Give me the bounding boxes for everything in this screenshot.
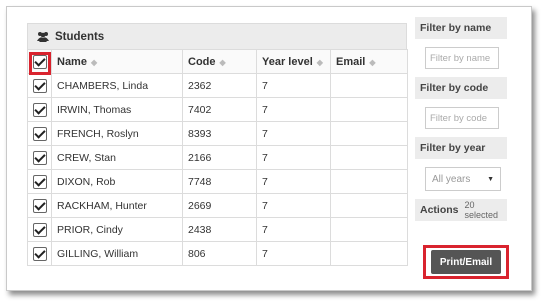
- column-header-email[interactable]: Email ◆: [330, 49, 408, 74]
- student-name: DIXON, Rob: [51, 169, 183, 194]
- year-select-value: All years: [432, 173, 471, 185]
- student-email: [330, 145, 408, 170]
- sort-icon: ◆: [316, 57, 323, 67]
- filter-code-title: Filter by code: [415, 77, 507, 99]
- student-code: 2362: [182, 73, 257, 98]
- student-email: [330, 121, 408, 146]
- actions-title: Actions: [420, 204, 459, 216]
- student-code: 7402: [182, 97, 257, 122]
- row-checkbox[interactable]: [32, 198, 47, 213]
- table-row[interactable]: PRIOR, Cindy 2438 7: [27, 217, 408, 242]
- year-select[interactable]: All years ▼: [425, 167, 501, 191]
- row-checkbox[interactable]: [32, 126, 47, 141]
- student-name: PRIOR, Cindy: [51, 217, 183, 242]
- sort-icon: ◆: [369, 57, 376, 67]
- row-checkbox[interactable]: [32, 102, 47, 117]
- student-code: 2438: [182, 217, 257, 242]
- student-name: FRENCH, Roslyn: [51, 121, 183, 146]
- filter-name-input[interactable]: Filter by name: [425, 47, 499, 69]
- student-email: [330, 97, 408, 122]
- column-header-code[interactable]: Code ◆: [182, 49, 257, 74]
- student-code: 806: [182, 241, 257, 266]
- row-checkbox[interactable]: [32, 78, 47, 93]
- table-row[interactable]: RACKHAM, Hunter 2669 7: [27, 193, 408, 218]
- table-row[interactable]: GILLING, William 806 7: [27, 241, 408, 266]
- select-all-highlight: [29, 52, 51, 75]
- table-row[interactable]: IRWIN, Thomas 7402 7: [27, 97, 408, 122]
- student-year: 7: [256, 97, 331, 122]
- users-icon: [36, 31, 50, 42]
- student-code: 8393: [182, 121, 257, 146]
- sort-icon: ◆: [219, 57, 226, 67]
- student-name: RACKHAM, Hunter: [51, 193, 183, 218]
- student-name: GILLING, William: [51, 241, 183, 266]
- table-row[interactable]: CREW, Stan 2166 7: [27, 145, 408, 170]
- selected-count: 20 selected: [464, 200, 499, 220]
- student-email: [330, 169, 408, 194]
- table-row[interactable]: FRENCH, Roslyn 8393 7: [27, 121, 408, 146]
- students-table: Name ◆ Code ◆ Year level ◆ Email ◆ CHAMBERS,…: [27, 49, 408, 266]
- row-checkbox[interactable]: [32, 246, 47, 261]
- student-email: [330, 241, 408, 266]
- filter-name-title: Filter by name: [415, 17, 507, 39]
- student-year: 7: [256, 73, 331, 98]
- student-name: CHAMBERS, Linda: [51, 73, 183, 98]
- student-year: 7: [256, 193, 331, 218]
- student-year: 7: [256, 217, 331, 242]
- students-panel: Students Name ◆ Code ◆ Year level ◆ Email ◆ …: [27, 23, 408, 290]
- student-year: 7: [256, 145, 331, 170]
- filter-code-input[interactable]: Filter by code: [425, 107, 499, 129]
- student-email: [330, 217, 408, 242]
- actions-header: Actions 20 selected: [415, 199, 507, 221]
- caret-down-icon: ▼: [487, 175, 494, 183]
- student-email: [330, 193, 408, 218]
- student-code: 7748: [182, 169, 257, 194]
- table-row[interactable]: DIXON, Rob 7748 7: [27, 169, 408, 194]
- column-header-name[interactable]: Name ◆: [51, 49, 183, 74]
- app-frame: Students Name ◆ Code ◆ Year level ◆ Email ◆ …: [6, 6, 532, 291]
- row-checkbox[interactable]: [32, 150, 47, 165]
- table-row[interactable]: CHAMBERS, Linda 2362 7: [27, 73, 408, 98]
- row-checkbox[interactable]: [32, 174, 47, 189]
- student-year: 7: [256, 169, 331, 194]
- row-checkbox[interactable]: [32, 222, 47, 237]
- table-header-row: Name ◆ Code ◆ Year level ◆ Email ◆: [27, 49, 408, 74]
- student-name: IRWIN, Thomas: [51, 97, 183, 122]
- student-email: [330, 73, 408, 98]
- sort-icon: ◆: [90, 57, 98, 67]
- student-year: 7: [256, 241, 331, 266]
- student-code: 2166: [182, 145, 257, 170]
- student-year: 7: [256, 121, 331, 146]
- print-email-button[interactable]: Print/Email: [431, 250, 501, 274]
- filter-year-title: Filter by year: [415, 137, 507, 159]
- panel-header: Students: [27, 23, 407, 49]
- column-header-year[interactable]: Year level ◆: [256, 49, 331, 74]
- student-code: 2669: [182, 193, 257, 218]
- panel-title: Students: [55, 30, 105, 43]
- student-name: CREW, Stan: [51, 145, 183, 170]
